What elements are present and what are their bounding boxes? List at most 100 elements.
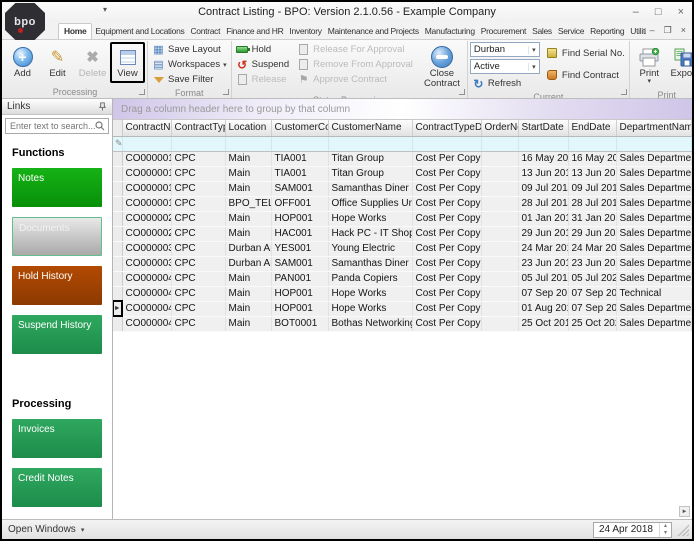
grid-cell[interactable]: 07 Sep 2016 [518, 286, 569, 302]
dialog-launcher-icon[interactable] [222, 89, 229, 95]
hscroll-right-arrow-icon[interactable]: ► [679, 506, 690, 517]
grid-cell[interactable]: 28 Jul 2014 [518, 196, 569, 212]
grid-cell[interactable]: 29 Jun 2020 [568, 226, 617, 242]
grid-cell[interactable]: 23 Jun 2021 [568, 256, 617, 272]
filter-cell-customername[interactable] [328, 136, 413, 152]
dialog-launcher-icon[interactable] [620, 89, 627, 95]
grid-cell[interactable]: Cost Per Copy [412, 151, 482, 167]
grid-cell[interactable]: Cost Per Copy [412, 196, 482, 212]
column-header-contracttypedesc[interactable]: ContractTypeDesc [412, 120, 482, 137]
grid-cell[interactable] [481, 181, 519, 197]
grid-cell[interactable]: 25 Oct 2021 [568, 316, 617, 332]
grid-cell[interactable]: Main [225, 181, 272, 197]
grid-cell[interactable]: SAM001 [271, 256, 329, 272]
grid-cell[interactable] [481, 301, 519, 317]
find-contract-button[interactable]: Find Contract [544, 68, 627, 83]
grid-cell[interactable]: CO0000041 [122, 271, 172, 287]
grid-cell[interactable]: Sales Department [616, 181, 692, 197]
maximize-icon[interactable]: □ [655, 6, 662, 18]
column-header-orderno[interactable]: OrderNo [481, 120, 519, 137]
table-row[interactable]: CO0000016CPCMainTIA001Titan GroupCost Pe… [113, 166, 692, 182]
grid-cell[interactable]: CPC [171, 286, 226, 302]
grid-cell[interactable]: CO0000014 [122, 151, 172, 167]
grid-cell[interactable]: 05 Jul 2016 [518, 271, 569, 287]
grid-cell[interactable]: CPC [171, 256, 226, 272]
filter-cell-location[interactable] [225, 136, 272, 152]
grid-cell[interactable]: CPC [171, 151, 226, 167]
mdi-restore-icon[interactable]: ❐ [664, 25, 672, 36]
view-button[interactable]: View [110, 42, 145, 84]
grid-cell[interactable]: BPO_TEL [225, 196, 272, 212]
grid-cell[interactable]: 13 Jun 2019 [568, 166, 617, 182]
group-by-panel[interactable]: Drag a column header here to group by th… [113, 99, 692, 120]
grid-cell[interactable]: 01 Aug 2016 [518, 301, 569, 317]
grid-cell[interactable]: HOP001 [271, 286, 329, 302]
save-filter-button[interactable]: Save Filter [150, 72, 215, 87]
table-row[interactable]: CO0000031CPCDurban AreaYES001Young Elect… [113, 241, 692, 257]
grid-cell[interactable]: Main [225, 151, 272, 167]
grid-cell[interactable]: Hope Works [328, 211, 413, 227]
column-header-customercode[interactable]: CustomerCode [271, 120, 329, 137]
tab-maintenance-and-projects[interactable]: Maintenance and Projects [325, 23, 422, 39]
grid-cell[interactable]: CO0000016 [122, 166, 172, 182]
grid-cell[interactable]: Cost Per Copy [412, 181, 482, 197]
delete-button[interactable]: ✖ Delete [75, 42, 110, 83]
grid-cell[interactable]: HAC001 [271, 226, 329, 242]
date-picker[interactable]: 24 Apr 2018 ▴ ▾ [593, 521, 672, 538]
grid-cell[interactable]: Cost Per Copy [412, 316, 482, 332]
grid-cell[interactable]: 24 Mar 2021 [568, 241, 617, 257]
grid-cell[interactable]: Main [225, 271, 272, 287]
filter-cell-departmentname[interactable] [616, 136, 692, 152]
grid-cell[interactable]: 23 Jun 2016 [518, 256, 569, 272]
grid-cell[interactable]: HOP001 [271, 301, 329, 317]
grid-cell[interactable]: TIA001 [271, 151, 329, 167]
grid-cell[interactable]: 07 Sep 2021 [568, 301, 617, 317]
grid-cell[interactable]: Cost Per Copy [412, 286, 482, 302]
grid-cell[interactable]: Hope Works [328, 286, 413, 302]
grid-cell[interactable]: CPC [171, 211, 226, 227]
sidebar-item-invoices[interactable]: Invoices [12, 419, 102, 458]
grid-cell[interactable]: 09 Jul 2019 [568, 181, 617, 197]
grid-cell[interactable] [481, 286, 519, 302]
refresh-button[interactable]: ↻ Refresh [470, 76, 540, 91]
grid-cell[interactable]: Young Electric [328, 241, 413, 257]
grid-cell[interactable]: Cost Per Copy [412, 241, 482, 257]
tab-service[interactable]: Service [555, 23, 587, 39]
grid-cell[interactable] [481, 256, 519, 272]
grid-cell[interactable]: CPC [171, 166, 226, 182]
dialog-launcher-icon[interactable] [458, 89, 465, 95]
grid-cell[interactable]: CPC [171, 301, 226, 317]
table-row[interactable]: CO0000041CPCMainPAN001Panda CopiersCost … [113, 271, 692, 287]
sidebar-item-notes[interactable]: Notes [12, 168, 102, 207]
tab-sales[interactable]: Sales [529, 23, 555, 39]
table-row[interactable]: ►CO0000043CPCMainHOP001Hope WorksCost Pe… [113, 300, 692, 317]
grid-cell[interactable]: TIA001 [271, 166, 329, 182]
edit-button[interactable]: ✎ Edit [40, 42, 75, 83]
grid-cell[interactable]: Sales Department [616, 166, 692, 182]
grid-cell[interactable] [481, 196, 519, 212]
grid-cell[interactable]: 29 Jun 2015 [518, 226, 569, 242]
grid-cell[interactable]: Sales Department [616, 151, 692, 167]
grid-cell[interactable]: 31 Jan 2016 [568, 211, 617, 227]
grid-cell[interactable]: CPC [171, 241, 226, 257]
pin-icon[interactable] [98, 102, 107, 111]
grid-cell[interactable]: Main [225, 226, 272, 242]
filter-cell-orderno[interactable] [481, 136, 519, 152]
add-button[interactable]: + Add [5, 42, 40, 83]
grid-cell[interactable]: CO0000018 [122, 181, 172, 197]
grid-cell[interactable]: CO0000038 [122, 256, 172, 272]
grid-cell[interactable]: HOP001 [271, 211, 329, 227]
grid-cell[interactable]: Titan Group [328, 151, 413, 167]
grid-cell[interactable]: Sales Department [616, 211, 692, 227]
column-header-location[interactable]: Location [225, 120, 272, 137]
mdi-minimize-icon[interactable]: – [650, 25, 655, 36]
spin-up-icon[interactable]: ▴ [660, 523, 671, 530]
grid-cell[interactable]: CO0000043 [122, 301, 172, 317]
minimize-icon[interactable]: – [633, 6, 639, 18]
grid-cell[interactable]: PAN001 [271, 271, 329, 287]
grid-cell[interactable]: Sales Department [616, 256, 692, 272]
grid-cell[interactable] [481, 241, 519, 257]
column-header-contractno[interactable]: ContractNo [122, 120, 172, 137]
table-row[interactable]: CO0000044CPCMainBOT0001Bothas Networking… [113, 316, 692, 332]
grid-cell[interactable]: Main [225, 286, 272, 302]
